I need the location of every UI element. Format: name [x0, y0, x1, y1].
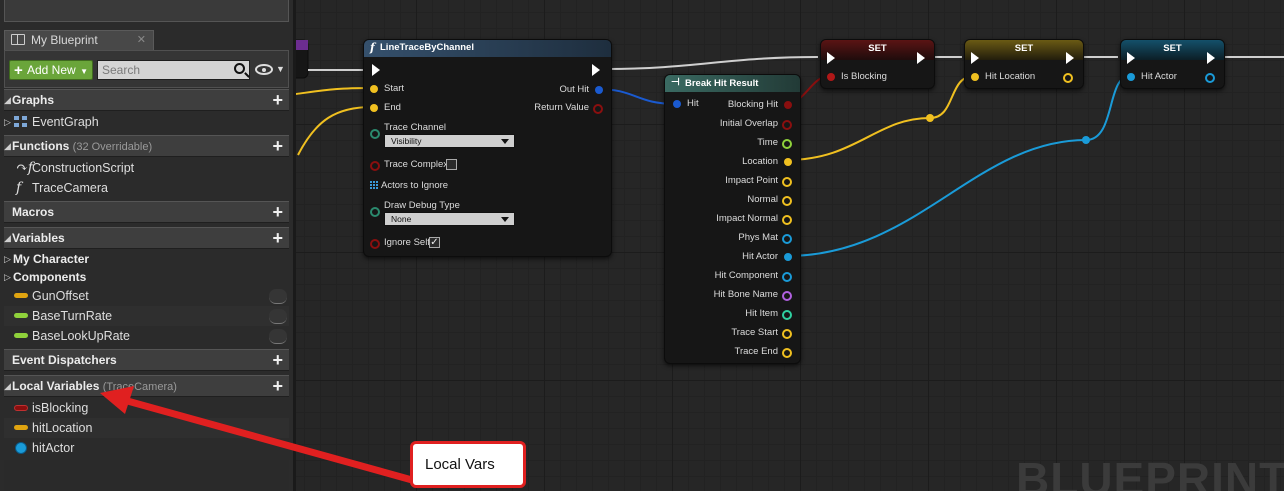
annotation-arrow-shaft	[120, 396, 416, 484]
annotation-layer	[100, 386, 416, 484]
local-vars-callout: Local Vars	[410, 441, 526, 488]
annotation-arrow-head	[100, 386, 134, 414]
